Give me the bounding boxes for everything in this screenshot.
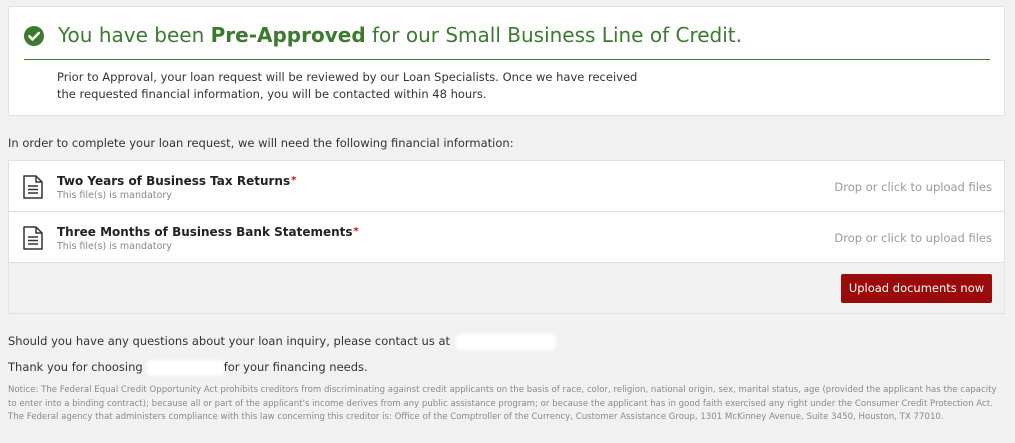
thanks-prefix: Thank you for choosing <box>8 360 143 374</box>
file-mandatory-note: This file(s) is mandatory <box>57 241 172 252</box>
approval-headline: You have been Pre-Approved for our Small… <box>58 21 742 49</box>
redacted-contact <box>458 335 555 348</box>
file-mandatory-note: This file(s) is mandatory <box>57 190 172 201</box>
required-mark: * <box>353 226 359 237</box>
upload-documents-button[interactable]: Upload documents now <box>841 274 992 303</box>
document-icon <box>23 175 43 199</box>
thanks-suffix: for your financing needs. <box>223 360 368 374</box>
redacted-company-name <box>148 361 223 374</box>
headline-suffix: for our Small Business Line of Credit. <box>365 23 742 47</box>
file-title-text: Three Months of Business Bank Statements <box>57 225 353 239</box>
file-title: Three Months of Business Bank Statements… <box>57 224 359 240</box>
file-title: Two Years of Business Tax Returns* <box>57 173 296 189</box>
approval-message: Prior to Approval, your loan request wil… <box>57 70 638 101</box>
required-info-intro: In order to complete your loan request, … <box>8 136 514 150</box>
required-mark: * <box>291 175 297 186</box>
headline-prefix: You have been <box>58 23 211 47</box>
pre-approval-card: You have been Pre-Approved for our Small… <box>8 6 1005 116</box>
headline-emphasis: Pre-Approved <box>210 23 366 47</box>
contact-line: Should you have any questions about your… <box>8 333 555 349</box>
check-circle-icon <box>24 26 44 46</box>
approval-header: You have been Pre-Approved for our Small… <box>24 21 990 60</box>
upload-row-bank-statements[interactable]: Three Months of Business Bank Statements… <box>9 212 1004 263</box>
upload-row-tax-returns[interactable]: Two Years of Business Tax Returns* This … <box>9 161 1004 212</box>
thank-you-line: Thank you for choosing for your financing… <box>8 359 368 375</box>
contact-text: Should you have any questions about your… <box>8 334 451 348</box>
file-drop-zone[interactable]: Drop or click to upload files <box>834 179 992 195</box>
document-icon <box>23 226 43 250</box>
file-title-text: Two Years of Business Tax Returns <box>57 174 291 188</box>
legal-notice: Notice: The Federal Equal Credit Opportu… <box>8 385 997 422</box>
file-drop-zone[interactable]: Drop or click to upload files <box>834 230 992 246</box>
document-upload-panel: Two Years of Business Tax Returns* This … <box>8 160 1005 314</box>
